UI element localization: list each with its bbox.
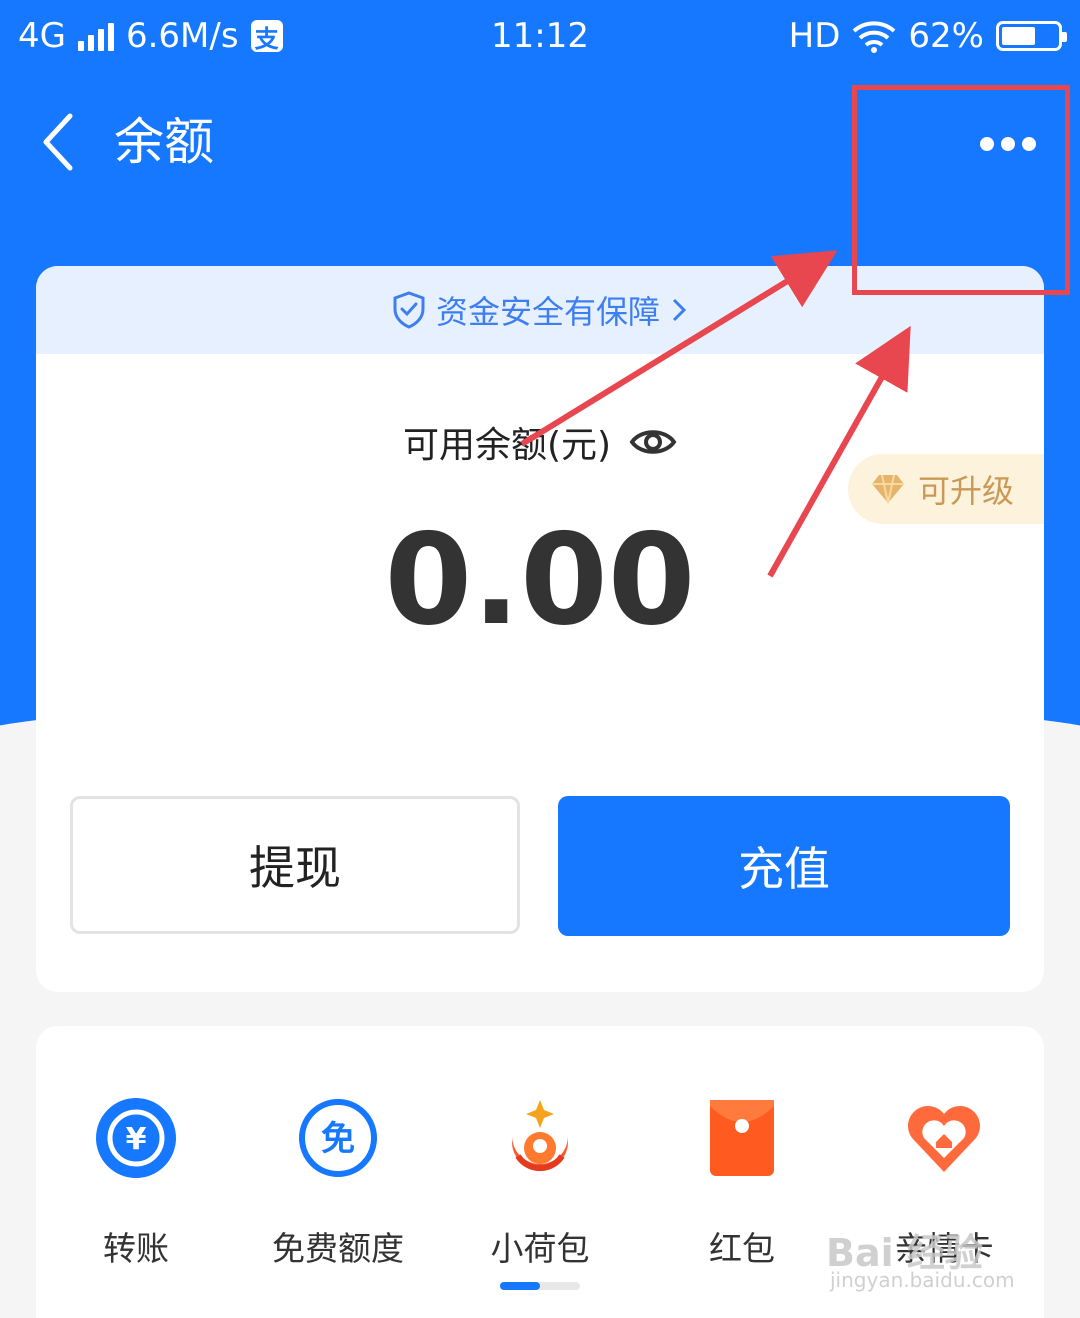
balance-amount: 0.00 [384, 506, 696, 653]
service-small-pouch[interactable]: 小荷包 [440, 1096, 640, 1270]
hd-indicator: HD [788, 16, 841, 56]
wifi-icon [853, 21, 896, 53]
balance-card: 资金安全有保障 可用余额(元) 0.00 可升级 提现 充值 [36, 266, 1044, 992]
service-free-quota[interactable]: 免 免费额度 [238, 1096, 438, 1270]
recharge-button[interactable]: 充值 [558, 796, 1010, 936]
back-arrow-icon[interactable] [38, 112, 78, 172]
services-scroll-indicator [500, 1282, 580, 1290]
chevron-right-icon [672, 298, 687, 322]
red-envelope-icon [710, 1100, 774, 1176]
service-label: 免费额度 [272, 1229, 404, 1268]
fund-safety-text: 资金安全有保障 [435, 293, 660, 331]
battery-percent: 62% [908, 16, 984, 56]
annotation-highlight-box [852, 85, 1070, 295]
small-pouch-icon [512, 1100, 568, 1172]
shield-icon [393, 291, 425, 329]
service-red-envelope[interactable]: 红包 [642, 1096, 842, 1270]
service-label: 红包 [709, 1229, 775, 1268]
upgrade-badge[interactable]: 可升级 [848, 454, 1044, 524]
watermark-url: jingyan.baidu.com [830, 1268, 1015, 1292]
service-label: 小荷包 [490, 1229, 590, 1268]
upgrade-label: 可升级 [918, 472, 1015, 510]
free-quota-icon: 免 [299, 1099, 377, 1177]
page-title: 余额 [114, 113, 214, 171]
withdraw-button[interactable]: 提现 [70, 796, 520, 934]
family-card-icon [908, 1106, 980, 1172]
transfer-icon-glyph: ¥ [126, 1122, 147, 1157]
diamond-icon [872, 474, 904, 504]
balance-label: 可用余额(元) [402, 425, 612, 466]
status-right: HD 62% [788, 16, 1067, 56]
battery-fill [1002, 27, 1036, 45]
battery-icon [996, 21, 1067, 51]
service-transfer[interactable]: ¥ 转账 [36, 1096, 236, 1270]
transfer-icon: ¥ [96, 1098, 176, 1178]
free-quota-icon-glyph: 免 [321, 1119, 355, 1159]
eye-icon[interactable] [629, 425, 677, 459]
service-label: 转账 [103, 1229, 169, 1268]
services-scroll-thumb [500, 1282, 540, 1290]
status-bar: 4G 6.6M/s 支 11:12 HD 62% [0, 0, 1080, 72]
